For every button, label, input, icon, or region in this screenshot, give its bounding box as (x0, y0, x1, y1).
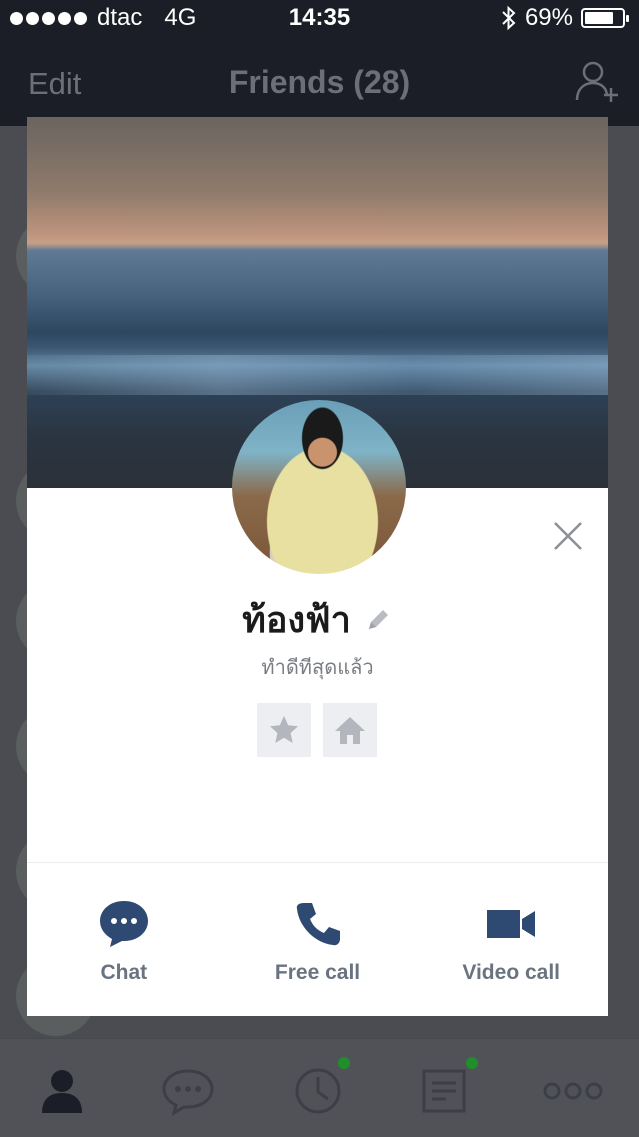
profile-name-row: ท้องฟ้า (27, 591, 608, 648)
close-icon[interactable] (552, 520, 584, 552)
phone-icon (296, 903, 340, 946)
video-camera-icon (487, 910, 536, 938)
bluetooth-icon (502, 5, 516, 31)
tab-more[interactable] (540, 1061, 606, 1121)
tab-chats[interactable] (158, 1061, 218, 1121)
chat-button[interactable]: Chat (27, 863, 221, 1016)
video-call-label: Video call (462, 961, 561, 984)
contact-actions: Chat Free call Video call (27, 863, 608, 1016)
nav-bar: Edit Friends (28) (0, 36, 639, 126)
star-icon (270, 716, 298, 743)
profile-name: ท้องฟ้า (242, 599, 351, 640)
tab-news[interactable] (414, 1061, 474, 1121)
free-call-label: Free call (274, 961, 361, 984)
chat-bubble-icon (99, 901, 148, 947)
tab-bar (0, 1038, 639, 1137)
home-button[interactable] (323, 703, 377, 757)
status-message: ทำดีทีสุดแล้ว (261, 657, 374, 679)
tab-timeline[interactable] (288, 1061, 348, 1121)
status-bar: dtac 4G 14:35 69% (0, 0, 639, 36)
edit-name-icon[interactable] (363, 605, 393, 635)
chat-label: Chat (100, 961, 148, 984)
page-title: Friends (28) (228, 64, 411, 100)
video-call-button[interactable]: Video call (414, 863, 608, 1016)
status-right: 69% (501, 4, 629, 32)
profile-quick-actions (257, 703, 377, 757)
favorite-button[interactable] (257, 703, 311, 757)
add-friend-icon[interactable] (573, 58, 621, 106)
battery-icon (581, 8, 629, 28)
home-icon (335, 717, 365, 744)
tab-friends[interactable] (32, 1061, 92, 1121)
news-badge (466, 1057, 478, 1069)
profile-card: ท้องฟ้า ทำดีทีสุดแล้ว Chat Free call Vid… (27, 117, 608, 1016)
battery-percent: 69% (524, 4, 573, 31)
timeline-badge (338, 1057, 350, 1069)
free-call-button[interactable]: Free call (221, 863, 415, 1016)
profile-avatar[interactable] (232, 400, 406, 574)
